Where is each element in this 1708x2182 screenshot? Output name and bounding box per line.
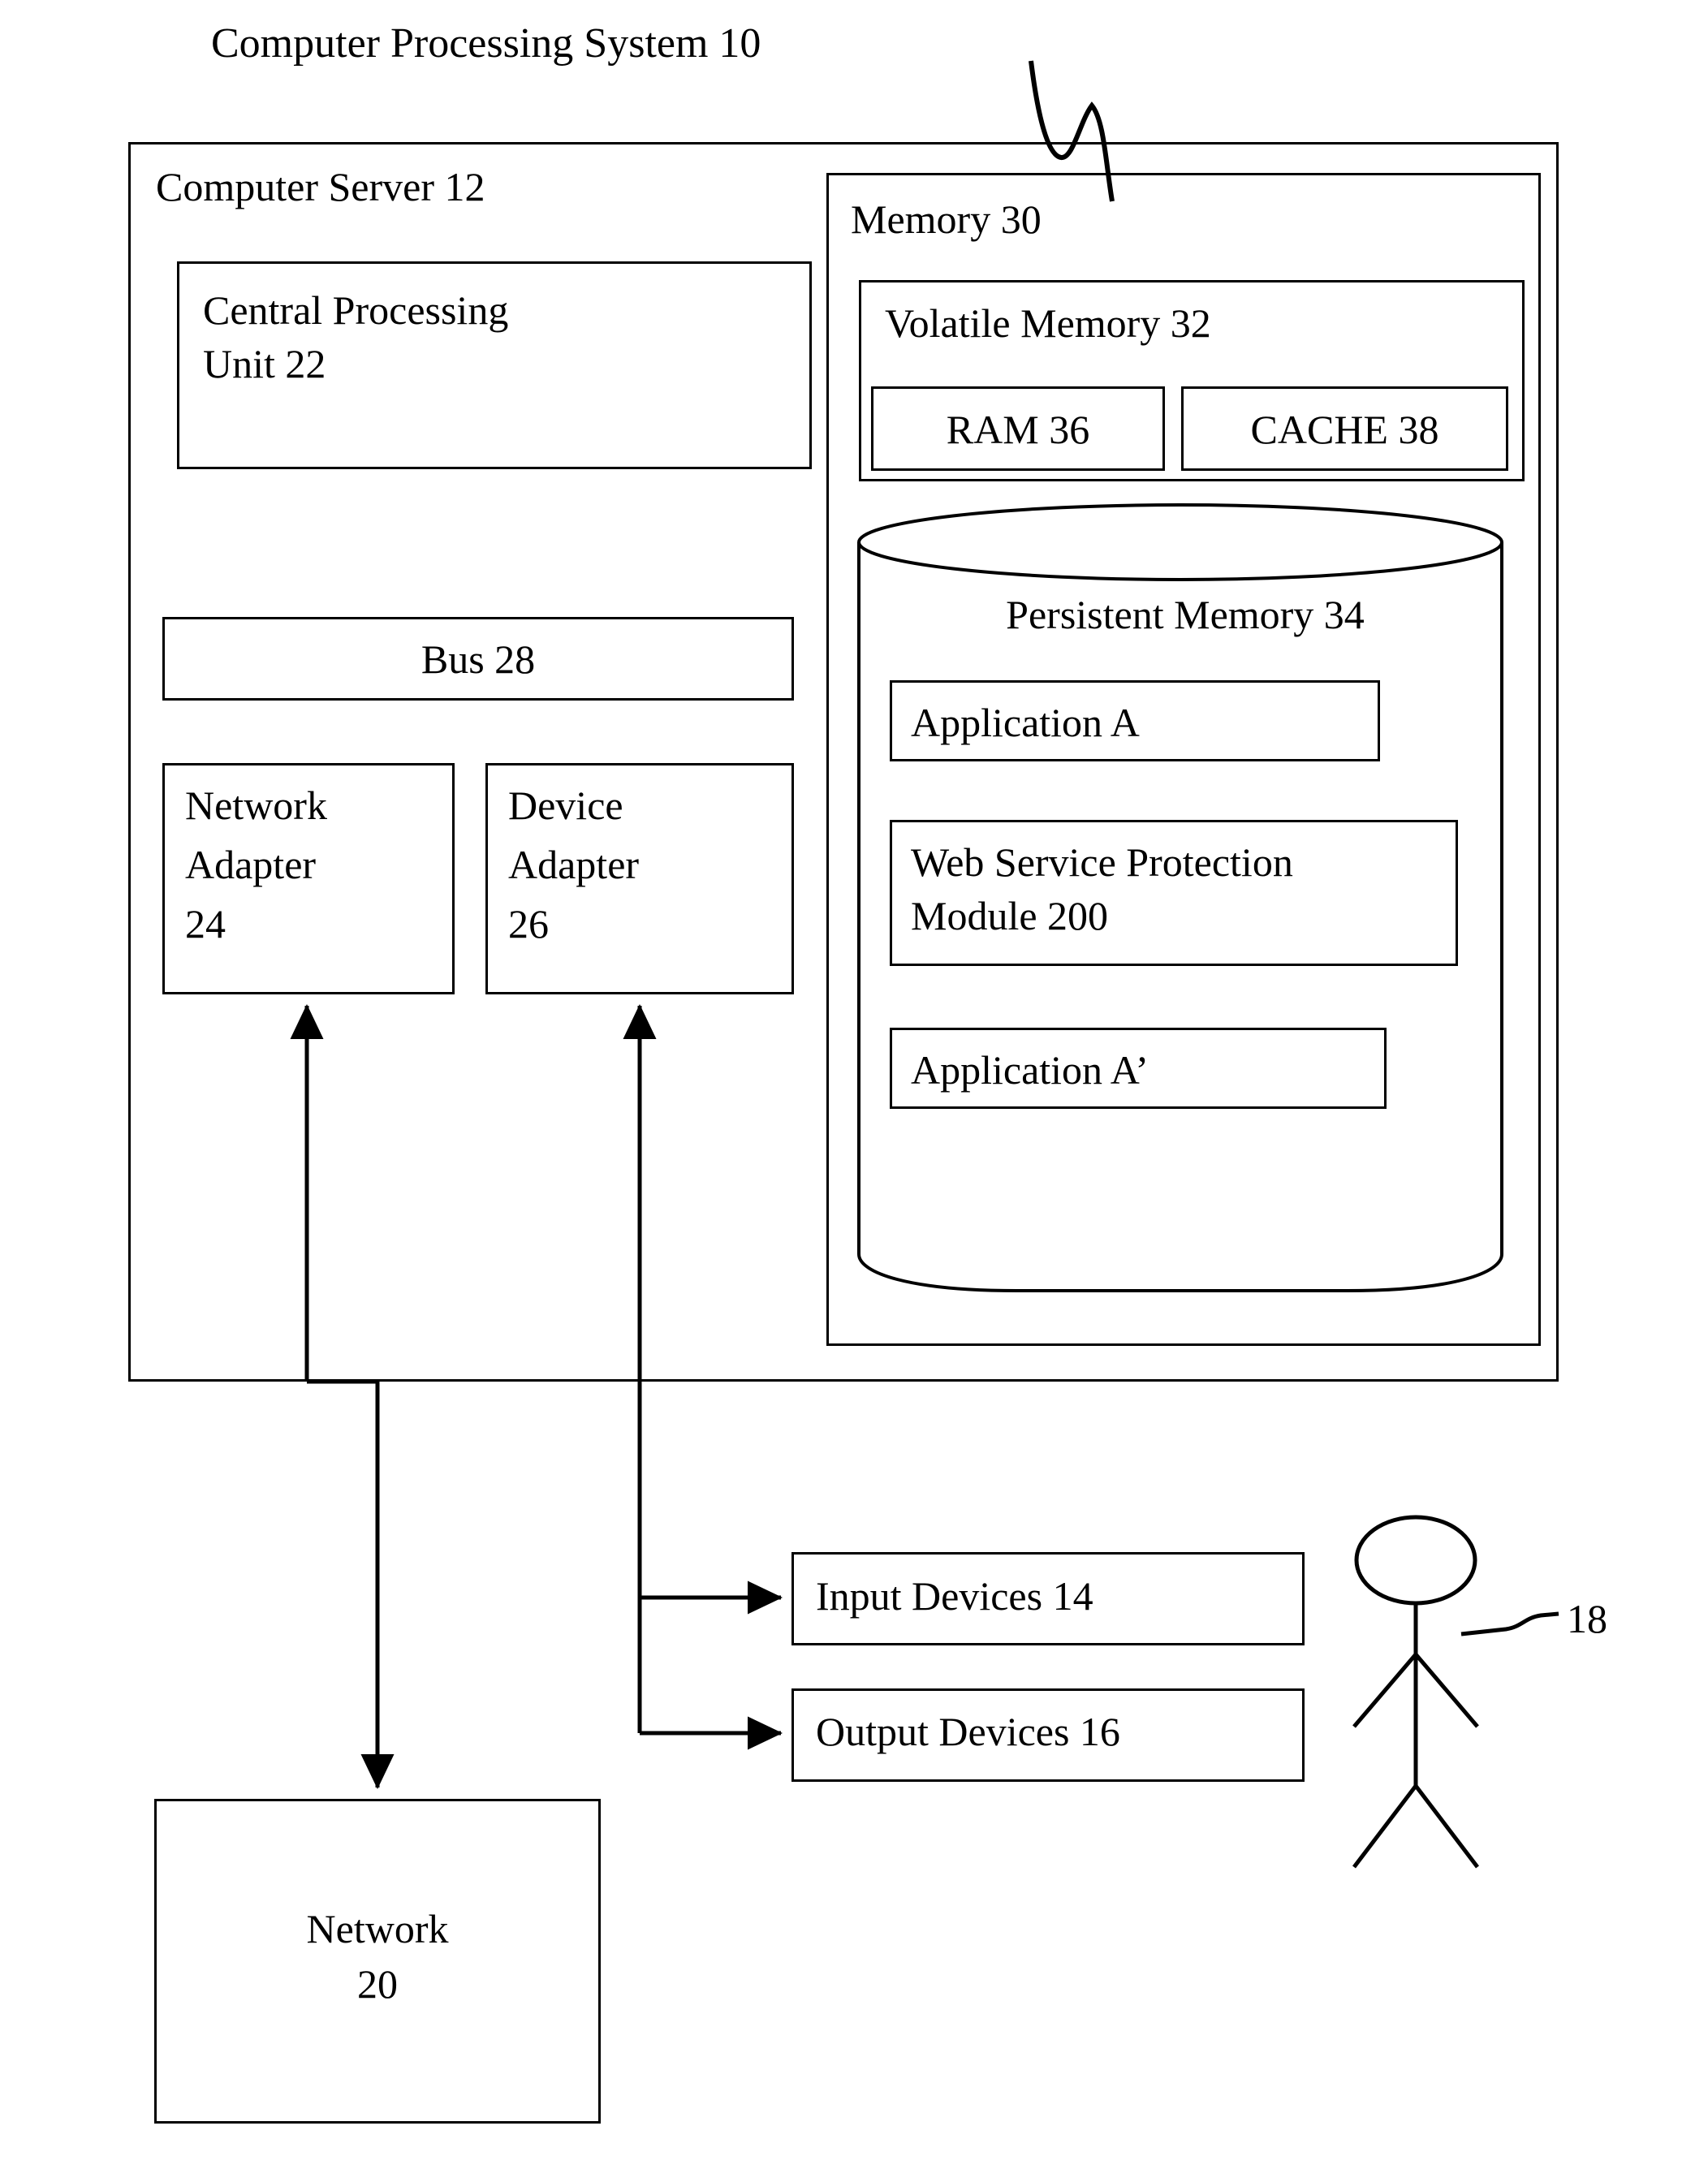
cpu-label-line1: Central Processing	[203, 287, 509, 333]
device-adapter-line2: Adapter	[508, 842, 640, 887]
volatile-memory-label: Volatile Memory 32	[885, 300, 1211, 346]
user-leader-icon	[1460, 1611, 1559, 1636]
network-adapter-line1: Network	[185, 783, 327, 828]
network-adapter-line3: 24	[185, 901, 226, 947]
user-reference-label: 18	[1567, 1596, 1607, 1641]
wspm-label-line2: Module 200	[911, 893, 1109, 938]
ram-label: RAM 36	[946, 407, 1090, 452]
network-adapter-line2: Adapter	[185, 842, 317, 887]
wspm-label-line1: Web Service Protection	[911, 839, 1293, 885]
network-label-line2: 20	[357, 1961, 398, 2007]
cpu-label-line2: Unit 22	[203, 341, 326, 386]
stick-figure-icon	[1352, 1515, 1479, 1869]
input-devices-label: Input Devices 14	[816, 1573, 1093, 1619]
persistent-memory-label: Persistent Memory 34	[1006, 592, 1365, 637]
cache-label: CACHE 38	[1250, 407, 1439, 452]
bus-label: Bus 28	[421, 636, 536, 682]
figure-title: Computer Processing System 10	[211, 20, 761, 67]
memory-label: Memory 30	[851, 196, 1042, 242]
output-devices-label: Output Devices 16	[816, 1709, 1120, 1754]
network-label-line1: Network	[306, 1906, 449, 1951]
device-adapter-line3: 26	[508, 901, 549, 947]
computer-server-label: Computer Server 12	[156, 164, 485, 209]
application-a-prime-label: Application A’	[911, 1047, 1149, 1093]
figure-canvas: Computer Processing System 10 Computer S…	[0, 0, 1708, 2182]
application-a-label: Application A	[911, 700, 1140, 745]
device-adapter-line1: Device	[508, 783, 623, 828]
